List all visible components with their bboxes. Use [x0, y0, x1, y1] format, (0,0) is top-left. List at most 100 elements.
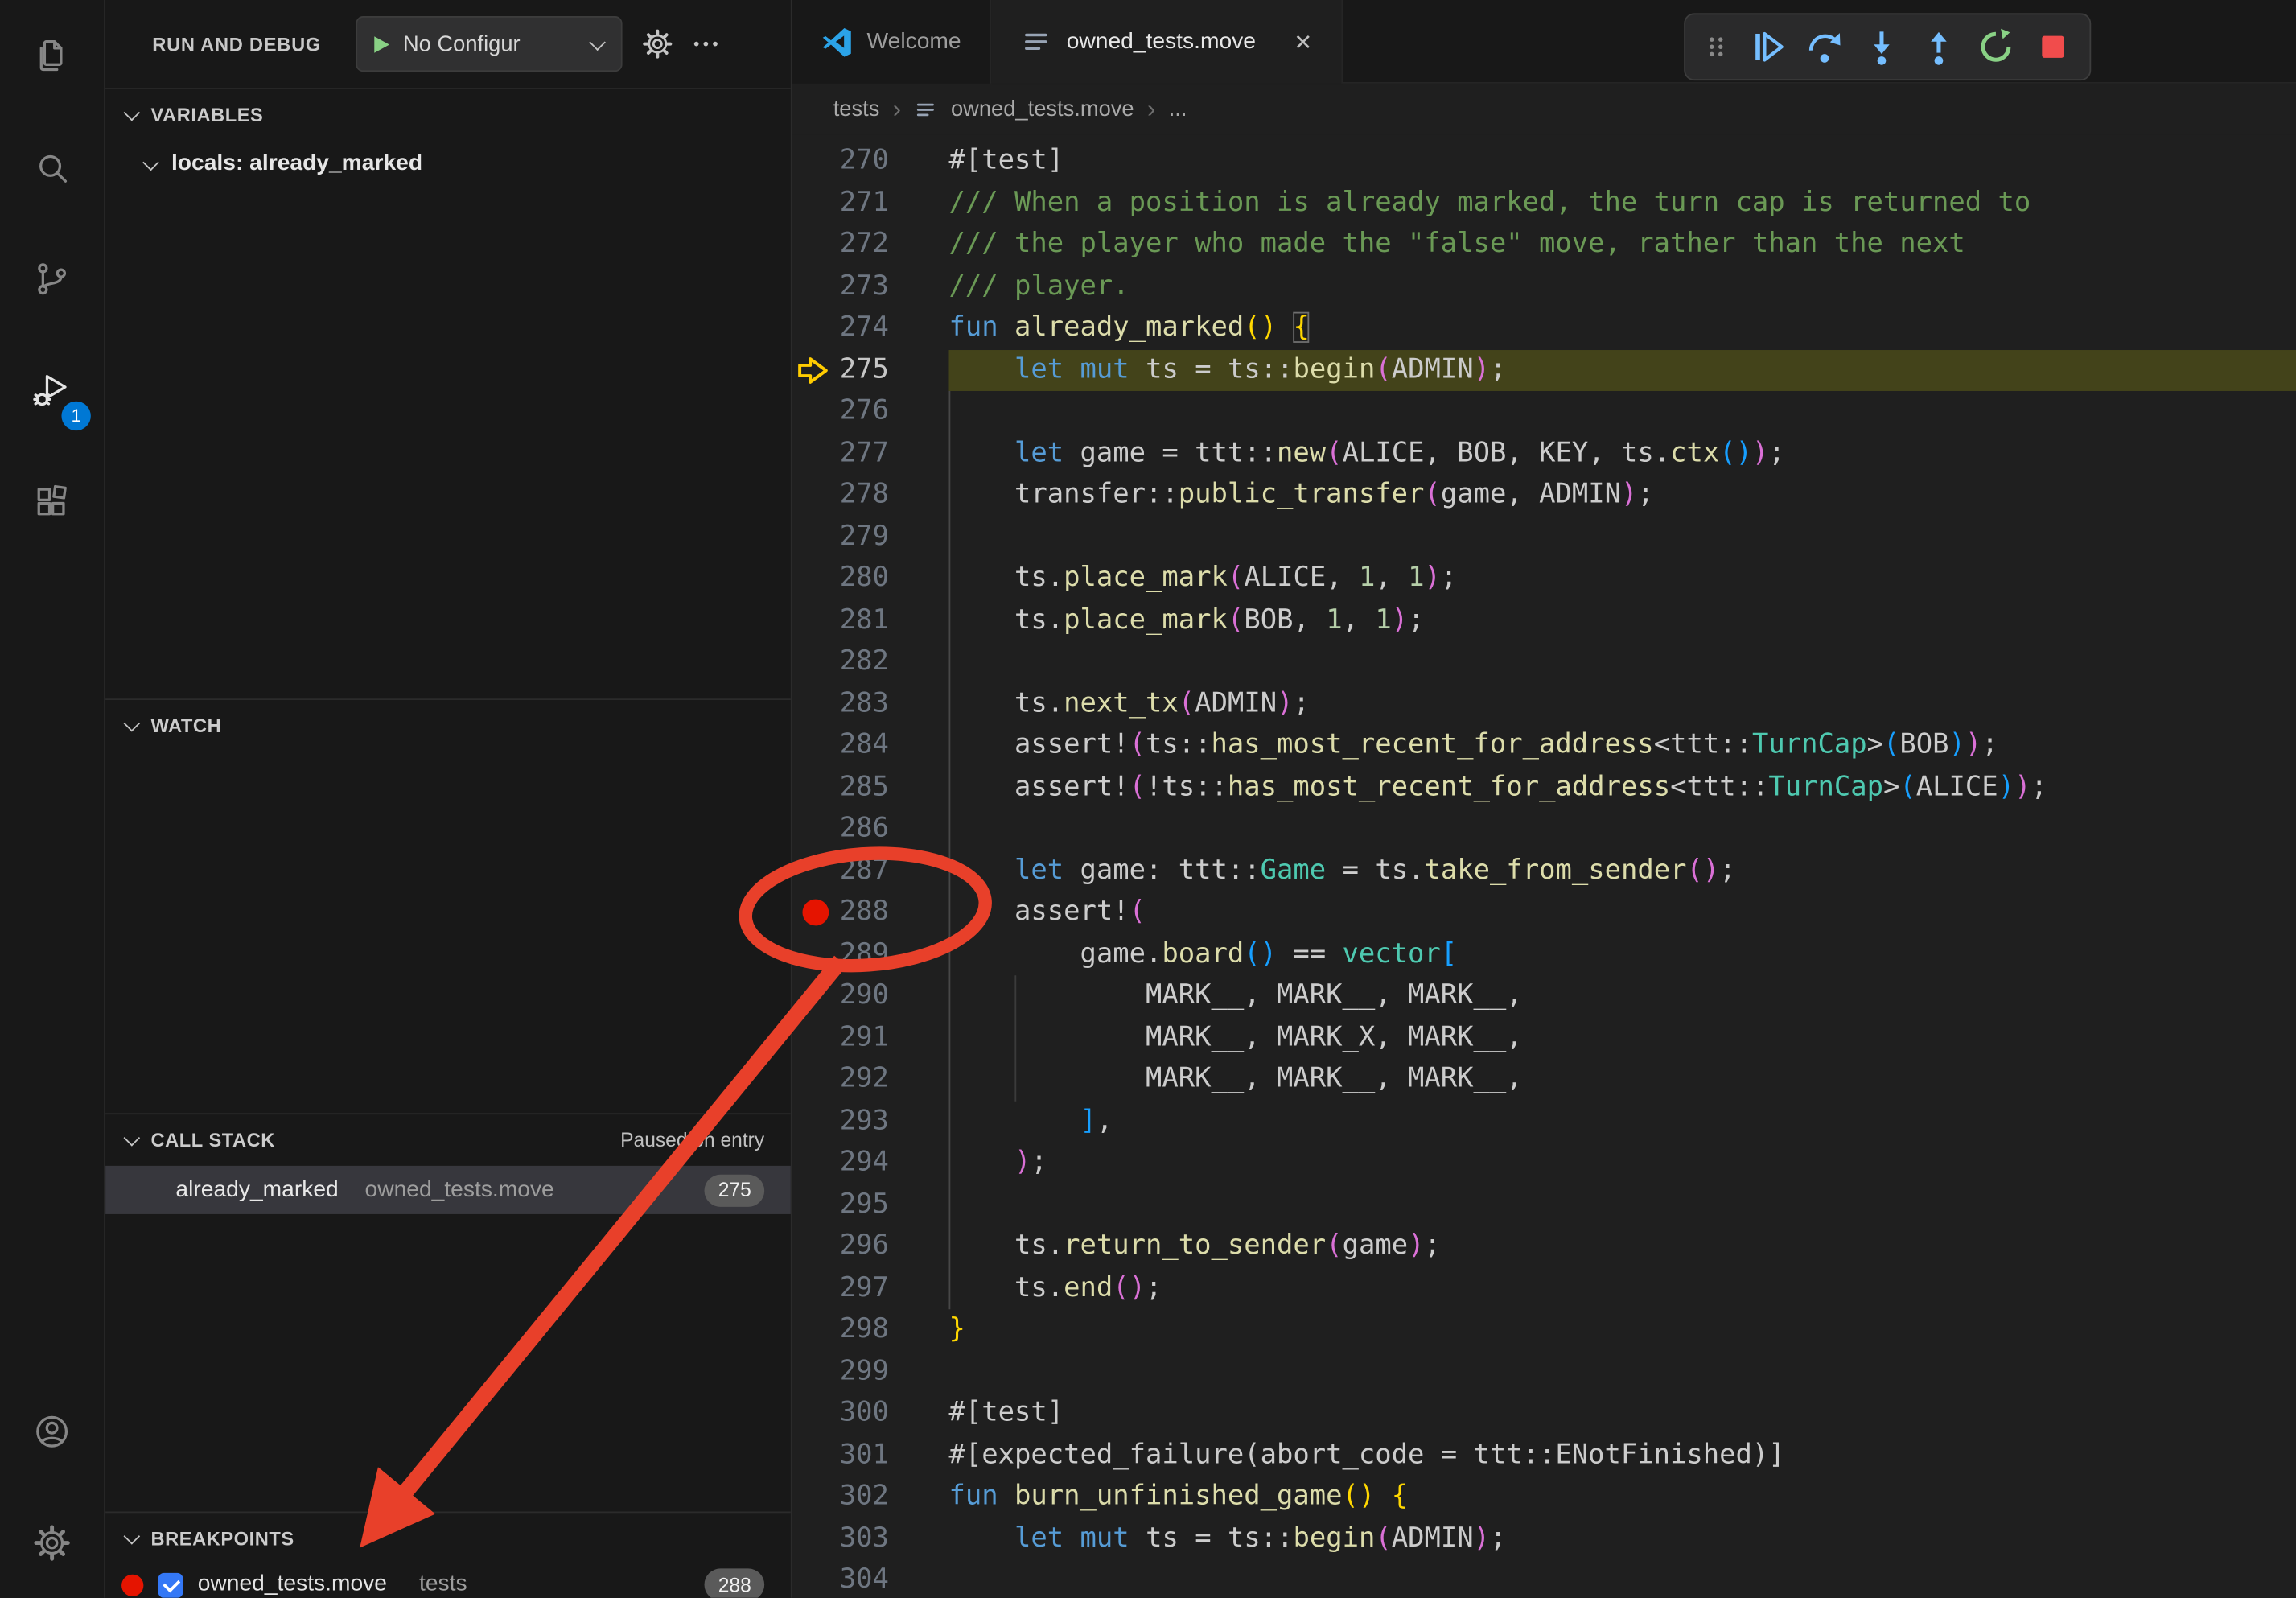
breakpoint-dot-icon[interactable] — [802, 900, 829, 926]
code-text[interactable] — [948, 391, 2296, 433]
gutter[interactable]: 276 — [792, 391, 949, 433]
gutter[interactable]: 294 — [792, 1143, 949, 1184]
activity-bar-explorer[interactable] — [0, 0, 104, 111]
line-number[interactable]: 294 — [840, 1143, 889, 1184]
gutter[interactable]: 289 — [792, 933, 949, 975]
gutter[interactable]: 278 — [792, 475, 949, 517]
line-number[interactable]: 300 — [840, 1393, 889, 1435]
code-text[interactable]: ts.place_mark(ALICE, 1, 1); — [948, 558, 2296, 599]
debug-step-out-button[interactable] — [1920, 28, 1957, 66]
gutter[interactable]: 299 — [792, 1351, 949, 1393]
code-text[interactable]: } — [948, 1309, 2296, 1351]
line-number[interactable]: 299 — [840, 1351, 889, 1393]
breadcrumb-more[interactable]: ... — [1169, 97, 1187, 121]
gutter[interactable]: 301 — [792, 1435, 949, 1477]
line-number[interactable]: 304 — [840, 1560, 889, 1598]
breadcrumb-folder[interactable]: tests — [833, 97, 880, 121]
gutter[interactable]: 303 — [792, 1518, 949, 1560]
line-number[interactable]: 288 — [840, 892, 889, 934]
gutter[interactable]: 292 — [792, 1059, 949, 1101]
code-text[interactable]: ts.return_to_sender(game); — [948, 1226, 2296, 1268]
gutter[interactable]: 291 — [792, 1017, 949, 1059]
line-number[interactable]: 303 — [840, 1518, 889, 1560]
code-text[interactable]: let game: ttt::Game = ts.take_from_sende… — [948, 850, 2296, 892]
line-number[interactable]: 284 — [840, 725, 889, 767]
code-text[interactable]: let game = ttt::new(ALICE, BOB, KEY, ts.… — [948, 433, 2296, 475]
watch-section-header[interactable]: WATCH — [105, 700, 791, 750]
line-number[interactable]: 283 — [840, 683, 889, 725]
line-number[interactable]: 296 — [840, 1226, 889, 1268]
tab-owned-tests-move[interactable]: owned_tests.move ✕ — [992, 0, 1343, 84]
code-text[interactable]: ts.place_mark(BOB, 1, 1); — [948, 599, 2296, 641]
code-text[interactable]: #[test] — [948, 141, 2296, 183]
breadcrumb-file[interactable]: owned_tests.move — [951, 97, 1134, 121]
gutter[interactable]: 288 — [792, 892, 949, 934]
code-text[interactable]: let mut ts = ts::begin(ADMIN); — [948, 349, 2296, 391]
code-text[interactable]: ts.next_tx(ADMIN); — [948, 683, 2296, 725]
gutter[interactable]: 270 — [792, 141, 949, 183]
gutter[interactable]: 282 — [792, 641, 949, 683]
gutter[interactable]: 296 — [792, 1226, 949, 1268]
line-number[interactable]: 295 — [840, 1184, 889, 1226]
activity-bar-search[interactable] — [0, 111, 104, 222]
line-number[interactable]: 286 — [840, 809, 889, 850]
breakpoint-checkbox[interactable] — [158, 1572, 183, 1597]
gutter[interactable]: 271 — [792, 183, 949, 224]
line-number[interactable]: 281 — [840, 599, 889, 641]
code-text[interactable] — [948, 1351, 2296, 1393]
gutter[interactable]: 272 — [792, 224, 949, 266]
code-text[interactable]: transfer::public_transfer(game, ADMIN); — [948, 475, 2296, 517]
line-number[interactable]: 271 — [840, 183, 889, 224]
code-text[interactable]: #[expected_failure(abort_code = ttt::ENo… — [948, 1435, 2296, 1477]
line-number[interactable]: 298 — [840, 1309, 889, 1351]
code-text[interactable]: assert!(!ts::has_most_recent_for_address… — [948, 767, 2296, 809]
code-text[interactable] — [948, 1184, 2296, 1226]
line-number[interactable]: 280 — [840, 558, 889, 599]
code-text[interactable]: #[test] — [948, 1393, 2296, 1435]
line-number[interactable]: 292 — [840, 1059, 889, 1101]
gutter[interactable]: 274 — [792, 307, 949, 349]
activity-bar-run-and-debug[interactable]: 1 — [0, 334, 104, 445]
gutter[interactable]: 273 — [792, 266, 949, 307]
gutter[interactable]: 293 — [792, 1101, 949, 1143]
code-text[interactable]: fun burn_unfinished_game() { — [948, 1477, 2296, 1518]
debug-stop-button[interactable] — [2034, 28, 2072, 66]
gutter[interactable]: 287 — [792, 850, 949, 892]
code-editor[interactable]: 270#[test]271/// When a position is alre… — [792, 134, 2296, 1597]
gutter[interactable]: 277 — [792, 433, 949, 475]
gutter[interactable]: 290 — [792, 975, 949, 1017]
line-number[interactable]: 279 — [840, 517, 889, 558]
code-text[interactable]: /// the player who made the "false" move… — [948, 224, 2296, 266]
code-text[interactable]: /// player. — [948, 266, 2296, 307]
drag-gripper-icon[interactable] — [1703, 28, 1730, 66]
code-text[interactable] — [948, 517, 2296, 558]
line-number[interactable]: 301 — [840, 1435, 889, 1477]
code-text[interactable]: game.board() == vector[ — [948, 933, 2296, 975]
close-icon[interactable]: ✕ — [1294, 28, 1312, 55]
code-text[interactable] — [948, 1560, 2296, 1598]
gutter[interactable]: 300 — [792, 1393, 949, 1435]
line-number[interactable]: 274 — [840, 307, 889, 349]
variables-section-header[interactable]: VARIABLES — [105, 89, 791, 139]
gutter[interactable]: 281 — [792, 599, 949, 641]
line-number[interactable]: 290 — [840, 975, 889, 1017]
breakpoints-section-header[interactable]: BREAKPOINTS — [105, 1513, 791, 1563]
gutter[interactable]: 286 — [792, 809, 949, 850]
code-text[interactable]: fun already_marked() { — [948, 307, 2296, 349]
line-number[interactable]: 275 — [840, 349, 889, 391]
code-text[interactable] — [948, 809, 2296, 850]
code-text[interactable]: MARK__, MARK__, MARK__, — [948, 1059, 2296, 1101]
code-text[interactable]: let mut ts = ts::begin(ADMIN); — [948, 1518, 2296, 1560]
gutter[interactable]: 283 — [792, 683, 949, 725]
debug-step-over-button[interactable] — [1805, 28, 1843, 66]
activity-bar-extensions[interactable] — [0, 445, 104, 556]
line-number[interactable]: 277 — [840, 433, 889, 475]
line-number[interactable]: 273 — [840, 266, 889, 307]
code-text[interactable]: MARK__, MARK_X, MARK__, — [948, 1017, 2296, 1059]
code-text[interactable]: ); — [948, 1143, 2296, 1184]
gear-icon[interactable] — [642, 28, 674, 60]
line-number[interactable]: 291 — [840, 1017, 889, 1059]
activity-bar-source-control[interactable] — [0, 223, 104, 334]
gutter[interactable]: 280 — [792, 558, 949, 599]
gutter[interactable]: 279 — [792, 517, 949, 558]
